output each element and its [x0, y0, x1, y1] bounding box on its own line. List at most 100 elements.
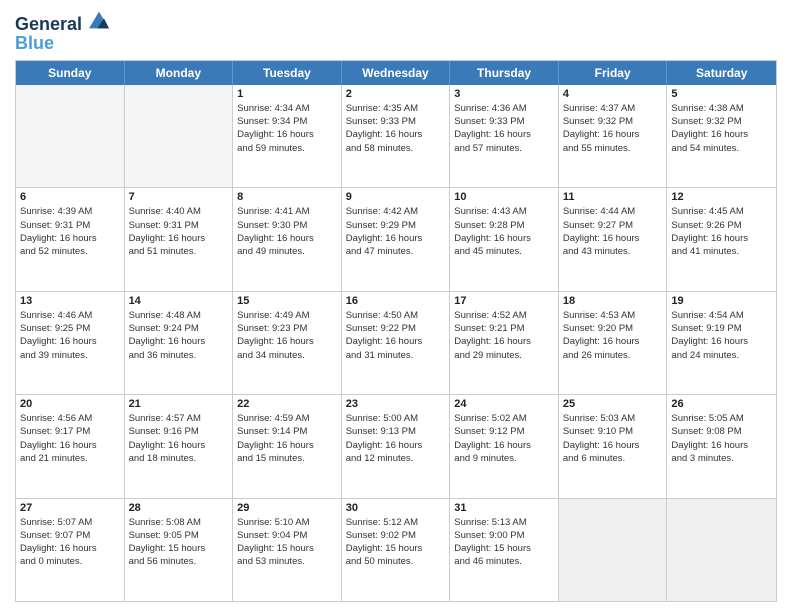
calendar-cell: 23 Sunrise: 5:00 AMSunset: 9:13 PMDayligh… [342, 395, 451, 497]
calendar-cell: 1Sunrise: 4:34 AMSunset: 9:34 PMDaylight… [233, 85, 342, 187]
day-number: 10 [454, 191, 554, 203]
cell-line: Sunrise: 5:13 AM [454, 516, 554, 529]
cell-line: Sunrise: 5:07 AM [20, 516, 120, 529]
calendar-cell: 24Sunrise: 5:02 AMSunset: 9:12 PMDayligh… [450, 395, 559, 497]
calendar-cell: 6Sunrise: 4:39 AMSunset: 9:31 PMDaylight… [16, 188, 125, 290]
calendar-body: 1Sunrise: 4:34 AMSunset: 9:34 PMDaylight… [16, 85, 776, 601]
cell-line: Sunset: 9:32 PM [563, 115, 663, 128]
cell-line: Sunset: 9:27 PM [563, 219, 663, 232]
day-number: 5 [671, 88, 772, 100]
day-number: 20 [20, 398, 120, 410]
cell-line: Daylight: 16 hours [454, 232, 554, 245]
calendar-week-5: 27Sunrise: 5:07 AMSunset: 9:07 PMDayligh… [16, 499, 776, 601]
cell-line: and 26 minutes. [563, 349, 663, 362]
calendar-header: SundayMondayTuesdayWednesdayThursdayFrid… [16, 61, 776, 85]
calendar-cell: 10Sunrise: 4:43 AMSunset: 9:28 PMDayligh… [450, 188, 559, 290]
calendar-cell: 16Sunrise: 4:50 AMSunset: 9:22 PMDayligh… [342, 292, 451, 394]
calendar-cell: 22Sunrise: 4:59 AMSunset: 9:14 PMDayligh… [233, 395, 342, 497]
cell-line: and 50 minutes. [346, 555, 446, 568]
cell-line: Sunset: 9:21 PM [454, 322, 554, 335]
cell-line: Sunset: 9:13 PM [346, 425, 446, 438]
cell-line: and 54 minutes. [671, 142, 772, 155]
cell-line: Daylight: 16 hours [237, 335, 337, 348]
calendar-cell: 4Sunrise: 4:37 AMSunset: 9:32 PMDaylight… [559, 85, 668, 187]
cell-line: Daylight: 16 hours [346, 439, 446, 452]
calendar-cell: 8Sunrise: 4:41 AMSunset: 9:30 PMDaylight… [233, 188, 342, 290]
day-header-sunday: Sunday [16, 61, 125, 85]
cell-line: Daylight: 16 hours [237, 128, 337, 141]
day-header-wednesday: Wednesday [342, 61, 451, 85]
calendar-week-4: 20Sunrise: 4:56 AMSunset: 9:17 PMDayligh… [16, 395, 776, 498]
cell-line: Daylight: 16 hours [20, 439, 120, 452]
cell-line: and 55 minutes. [563, 142, 663, 155]
cell-line: and 0 minutes. [20, 555, 120, 568]
day-number: 17 [454, 295, 554, 307]
cell-line: and 29 minutes. [454, 349, 554, 362]
day-number: 2 [346, 88, 446, 100]
logo-blue: Blue [15, 33, 109, 54]
cell-line: and 47 minutes. [346, 245, 446, 258]
day-number: 25 [563, 398, 663, 410]
cell-line: and 52 minutes. [20, 245, 120, 258]
cell-line: and 34 minutes. [237, 349, 337, 362]
day-number: 18 [563, 295, 663, 307]
day-number: 12 [671, 191, 772, 203]
cell-line: Daylight: 16 hours [563, 232, 663, 245]
day-number: 6 [20, 191, 120, 203]
calendar-cell [125, 85, 234, 187]
cell-line: Daylight: 16 hours [671, 232, 772, 245]
cell-line: Daylight: 16 hours [20, 542, 120, 555]
cell-line: Sunset: 9:20 PM [563, 322, 663, 335]
cell-line: Sunrise: 4:48 AM [129, 309, 229, 322]
cell-line: and 31 minutes. [346, 349, 446, 362]
cell-line: Sunrise: 5:08 AM [129, 516, 229, 529]
cell-line: Daylight: 15 hours [129, 542, 229, 555]
cell-line: and 39 minutes. [20, 349, 120, 362]
cell-line: Daylight: 15 hours [346, 542, 446, 555]
cell-line: Sunset: 9:26 PM [671, 219, 772, 232]
cell-line: Sunrise: 4:42 AM [346, 205, 446, 218]
cell-line: Sunset: 9:04 PM [237, 529, 337, 542]
cell-line: Sunrise: 5:05 AM [671, 412, 772, 425]
cell-line: and 57 minutes. [454, 142, 554, 155]
cell-line: Sunset: 9:31 PM [129, 219, 229, 232]
cell-line: and 56 minutes. [129, 555, 229, 568]
cell-line: and 9 minutes. [454, 452, 554, 465]
day-header-friday: Friday [559, 61, 668, 85]
cell-line: Daylight: 16 hours [346, 232, 446, 245]
day-number: 1 [237, 88, 337, 100]
calendar-cell: 9Sunrise: 4:42 AMSunset: 9:29 PMDaylight… [342, 188, 451, 290]
cell-line: Sunrise: 5:03 AM [563, 412, 663, 425]
calendar-cell: 29Sunrise: 5:10 AMSunset: 9:04 PMDayligh… [233, 499, 342, 601]
cell-line: Sunset: 9:30 PM [237, 219, 337, 232]
cell-line: and 36 minutes. [129, 349, 229, 362]
calendar-cell: 27Sunrise: 5:07 AMSunset: 9:07 PMDayligh… [16, 499, 125, 601]
day-number: 11 [563, 191, 663, 203]
calendar-week-3: 13Sunrise: 4:46 AMSunset: 9:25 PMDayligh… [16, 292, 776, 395]
calendar-cell: 5Sunrise: 4:38 AMSunset: 9:32 PMDaylight… [667, 85, 776, 187]
cell-line: and 59 minutes. [237, 142, 337, 155]
cell-line: and 21 minutes. [20, 452, 120, 465]
cell-line: Daylight: 16 hours [346, 335, 446, 348]
cell-line: and 24 minutes. [671, 349, 772, 362]
cell-line: Sunrise: 4:40 AM [129, 205, 229, 218]
cell-line: Sunrise: 5:00 AM [346, 412, 446, 425]
calendar-cell: 2Sunrise: 4:35 AMSunset: 9:33 PMDaylight… [342, 85, 451, 187]
cell-line: and 53 minutes. [237, 555, 337, 568]
calendar-cell: 17Sunrise: 4:52 AMSunset: 9:21 PMDayligh… [450, 292, 559, 394]
cell-line: Sunrise: 4:41 AM [237, 205, 337, 218]
cell-line: Sunset: 9:31 PM [20, 219, 120, 232]
cell-line: and 12 minutes. [346, 452, 446, 465]
calendar-cell: 26Sunrise: 5:05 AMSunset: 9:08 PMDayligh… [667, 395, 776, 497]
calendar-week-1: 1Sunrise: 4:34 AMSunset: 9:34 PMDaylight… [16, 85, 776, 188]
cell-line: Sunset: 9:24 PM [129, 322, 229, 335]
cell-line: and 51 minutes. [129, 245, 229, 258]
cell-line: Sunset: 9:25 PM [20, 322, 120, 335]
calendar-cell: 25Sunrise: 5:03 AMSunset: 9:10 PMDayligh… [559, 395, 668, 497]
day-number: 23 [346, 398, 446, 410]
cell-line: Sunrise: 4:38 AM [671, 102, 772, 115]
day-number: 16 [346, 295, 446, 307]
cell-line: Daylight: 16 hours [20, 335, 120, 348]
cell-line: Daylight: 16 hours [671, 128, 772, 141]
calendar-cell: 13Sunrise: 4:46 AMSunset: 9:25 PMDayligh… [16, 292, 125, 394]
